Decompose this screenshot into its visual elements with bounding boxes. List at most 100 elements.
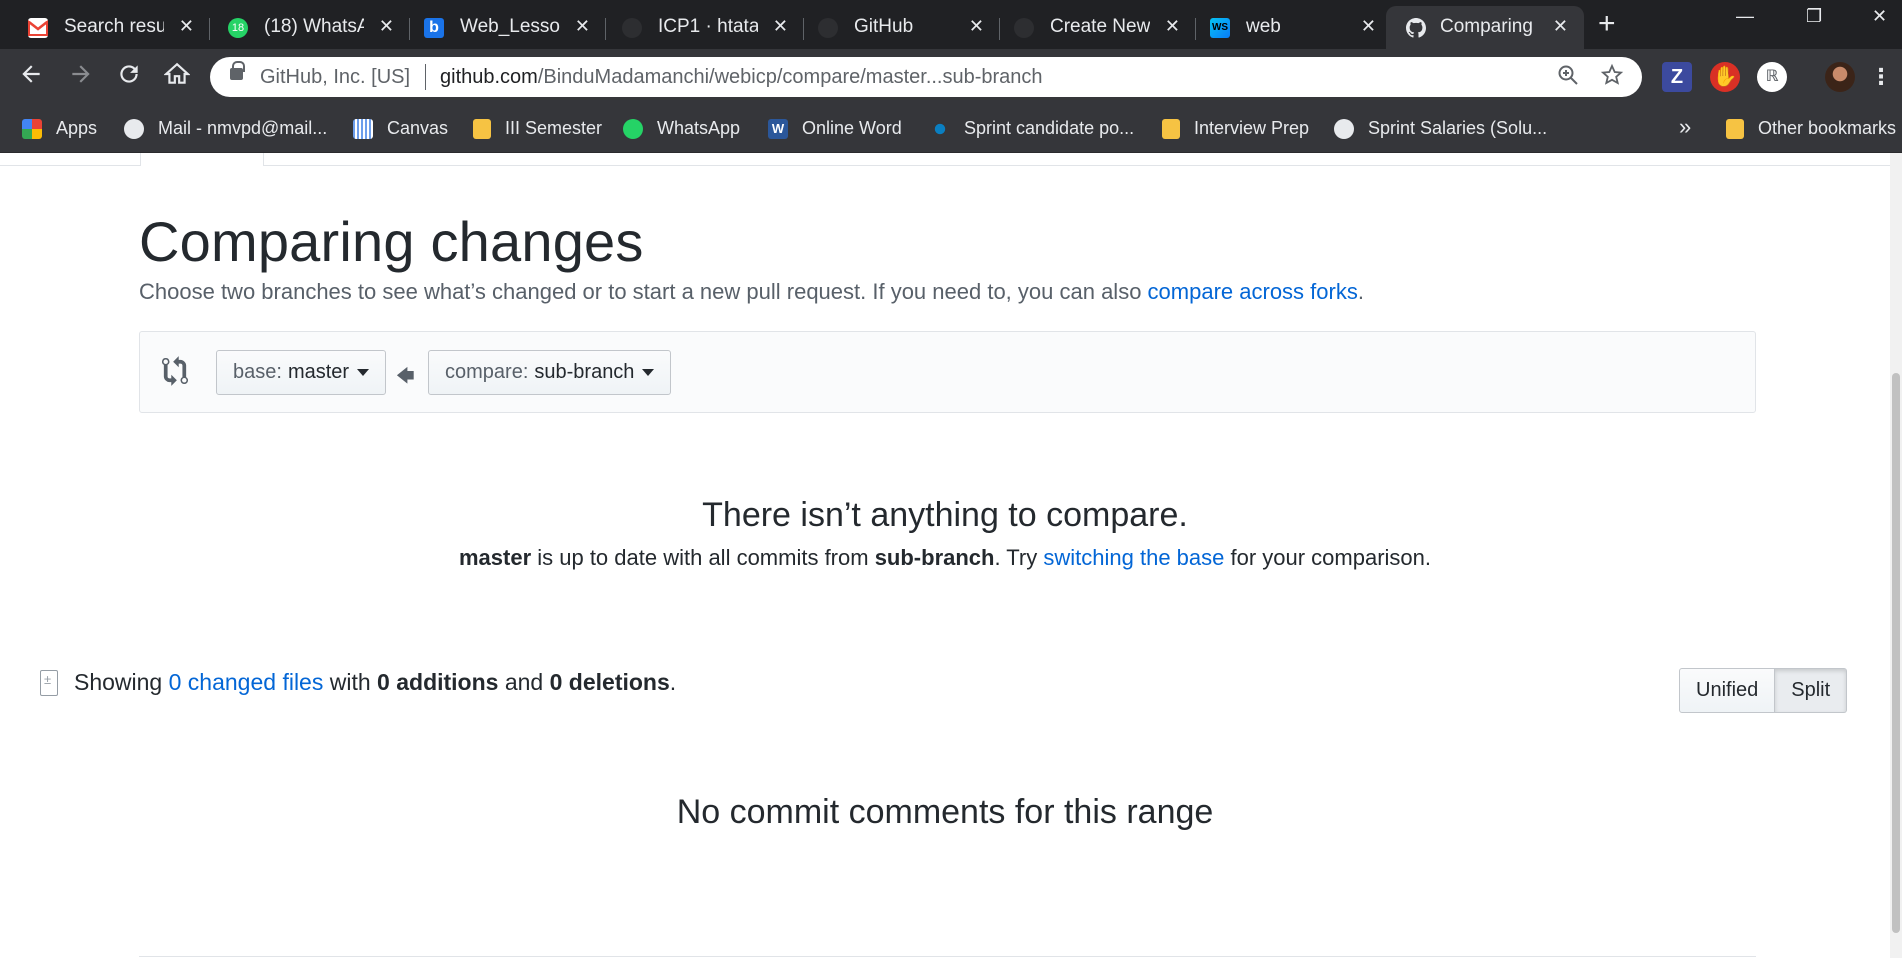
tab-create-new[interactable]: Create New ✕	[986, 6, 1196, 49]
additions-count: 0 additions	[377, 669, 499, 695]
tab-whatsapp[interactable]: 18 (18) WhatsAp ✕	[200, 6, 410, 49]
extension-icon[interactable]: ℝ	[1757, 62, 1787, 92]
blackboard-icon: b	[424, 18, 444, 38]
changed-files-link[interactable]: 0 changed files	[169, 669, 324, 696]
restore-button[interactable]: ❐	[1806, 6, 1822, 27]
close-icon[interactable]: ✕	[1553, 16, 1568, 37]
selected-repo-tab[interactable]	[140, 153, 264, 166]
compare-branch-select[interactable]: compare: sub-branch	[428, 350, 672, 395]
zotero-extension-icon[interactable]: Z	[1662, 62, 1692, 92]
webstorm-icon: WS	[1210, 18, 1230, 38]
unified-button[interactable]: Unified	[1679, 668, 1776, 713]
star-icon[interactable]	[1600, 63, 1624, 93]
lock-icon[interactable]	[230, 61, 245, 80]
bookmark-label: Sprint Salaries (Solu...	[1368, 118, 1548, 138]
bookmark-sprint-salaries[interactable]: Sprint Salaries (Solu...	[1334, 118, 1547, 139]
blank-text: for your comparison.	[1224, 545, 1432, 570]
tab-strip: Search result ✕ 18 (18) WhatsAp ✕ b Web_…	[0, 0, 1902, 49]
page-content: Comparing changes Choose two branches to…	[0, 153, 1902, 958]
file-diff-icon	[40, 669, 58, 696]
tab-github[interactable]: GitHub ✕	[790, 6, 1000, 49]
range-editor: base: master 🡄 compare: sub-branch	[139, 331, 1756, 413]
bookmark-label: Other bookmarks	[1758, 118, 1897, 138]
bookmark-interview-prep[interactable]: Interview Prep	[1162, 118, 1309, 139]
adblock-extension-icon[interactable]: ✋	[1710, 62, 1740, 92]
menu-icon[interactable]: ⋮	[1870, 62, 1892, 92]
compare-branch-name: sub-branch	[534, 361, 635, 383]
diff-summary: Showing 0 changed files with 0 additions…	[40, 669, 676, 696]
tab-comparing[interactable]: Comparing c ✕	[1386, 6, 1584, 49]
tab-title: Create New	[1050, 16, 1150, 37]
close-icon[interactable]: ✕	[379, 16, 394, 37]
base-branch-name: master	[287, 361, 350, 383]
sprint-icon	[930, 118, 950, 139]
tab-web[interactable]: WS web ✕	[1182, 6, 1392, 49]
minimize-button[interactable]: —	[1736, 6, 1754, 27]
bookmark-iii-semester[interactable]: III Semester	[473, 118, 602, 139]
bookmark-mail[interactable]: Mail - nmvpd@mail...	[124, 118, 327, 139]
github-icon	[1014, 18, 1034, 38]
url-path: /BinduMadamanchi/webicp/compare/master..…	[537, 66, 1043, 88]
forward-arrow-icon	[72, 65, 90, 83]
bookmark-whatsapp[interactable]: WhatsApp	[623, 118, 740, 139]
new-tab-button[interactable]: +	[1598, 9, 1616, 39]
bookmark-label: III Semester	[505, 118, 603, 138]
subtitle-text: Choose two branches to see what’s change…	[139, 279, 1148, 304]
folder-icon	[1726, 118, 1744, 139]
git-compare-icon	[162, 356, 188, 386]
zoom-icon[interactable]	[1556, 63, 1580, 93]
scrollbar-thumb[interactable]	[1892, 373, 1900, 933]
globe-icon	[1334, 118, 1354, 139]
bookmark-online-word[interactable]: W Online Word	[768, 118, 902, 139]
url-text[interactable]: github.com/BinduMadamanchi/webicp/compar…	[440, 66, 1043, 89]
folder-icon	[1162, 118, 1180, 139]
gmail-icon	[28, 18, 48, 38]
close-icon[interactable]: ✕	[1361, 16, 1376, 37]
bookmark-apps[interactable]: Apps	[22, 118, 97, 139]
chevron-down-icon	[357, 369, 370, 376]
base-branch-select[interactable]: base: master	[216, 350, 387, 395]
bookmark-sprint-candidate[interactable]: Sprint candidate po...	[930, 118, 1134, 139]
site-identity[interactable]: GitHub, Inc. [US]	[260, 66, 410, 89]
close-icon[interactable]: ✕	[1165, 16, 1180, 37]
tab-title: Web_Lesson	[460, 16, 560, 37]
url-separator	[425, 64, 426, 90]
home-button[interactable]	[162, 61, 192, 91]
toc-text: .	[669, 669, 677, 695]
scrollbar[interactable]	[1890, 153, 1902, 958]
bookmark-label: Sprint candidate po...	[964, 118, 1135, 138]
close-window-button[interactable]: ✕	[1872, 6, 1887, 27]
close-icon[interactable]: ✕	[773, 16, 788, 37]
tab-title: GitHub	[854, 16, 914, 37]
compare-across-forks-link[interactable]: compare across forks	[1148, 279, 1358, 304]
github-icon	[1406, 18, 1426, 38]
url-host: github.com	[440, 66, 538, 88]
bookmarks-bar: Apps Mail - nmvpd@mail... Canvas III Sem…	[0, 105, 1902, 153]
address-bar[interactable]: GitHub, Inc. [US] github.com/BinduMadama…	[210, 57, 1642, 97]
close-icon[interactable]: ✕	[969, 16, 984, 37]
bookmark-canvas[interactable]: Canvas	[353, 118, 448, 139]
page-title: Comparing changes	[139, 210, 644, 273]
reload-button[interactable]	[114, 61, 144, 91]
tab-title: web	[1246, 16, 1281, 37]
tab-title: Comparing c	[1440, 16, 1538, 37]
tab-gmail[interactable]: Search result ✕	[0, 6, 210, 49]
arrow-left-icon: 🡄	[396, 366, 415, 386]
tab-icp1[interactable]: ICP1 · htata3 ✕	[594, 6, 804, 49]
switching-the-base-link[interactable]: switching the base	[1043, 545, 1224, 570]
forward-button[interactable]	[66, 61, 96, 91]
close-icon[interactable]: ✕	[179, 16, 194, 37]
blankslate-title: There isn’t anything to compare.	[702, 496, 1188, 534]
tab-web-lesson[interactable]: b Web_Lesson ✕	[396, 6, 606, 49]
close-icon[interactable]: ✕	[575, 16, 590, 37]
bookmarks-overflow-button[interactable]: »	[1679, 114, 1691, 140]
github-icon	[622, 18, 642, 38]
avatar[interactable]	[1825, 62, 1855, 92]
back-button[interactable]	[16, 61, 46, 91]
blank-compare-branch: sub-branch	[874, 545, 995, 570]
deletions-count: 0 deletions	[549, 669, 670, 695]
reload-icon	[120, 65, 138, 83]
split-button[interactable]: Split	[1775, 668, 1848, 713]
other-bookmarks[interactable]: Other bookmarks	[1726, 118, 1896, 139]
browser-toolbar: GitHub, Inc. [US] github.com/BinduMadama…	[0, 49, 1902, 105]
